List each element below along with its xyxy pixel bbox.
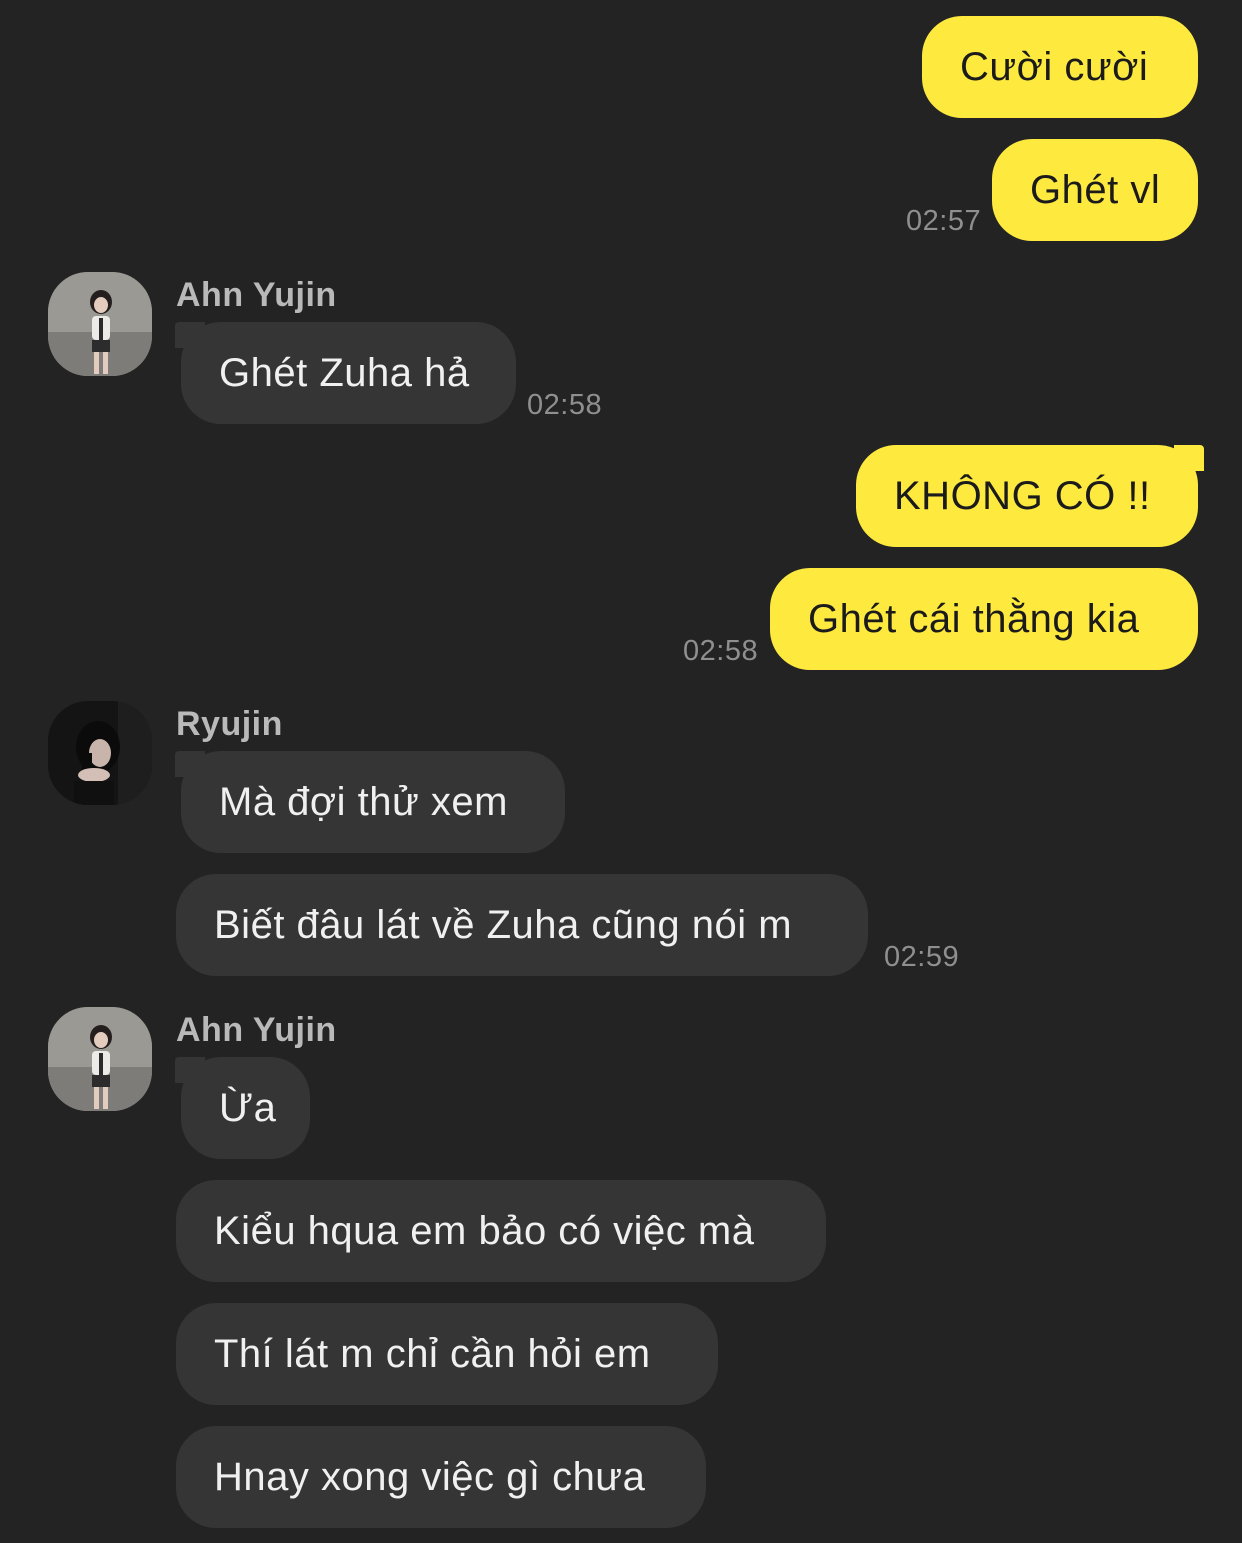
incoming-message-bubble[interactable]: Thí lát m chỉ cần hỏi em [176, 1303, 718, 1405]
user-photo-icon [48, 1007, 152, 1111]
message-timestamp: 02:58 [527, 389, 603, 421]
sender-name: Ahn Yujin [176, 276, 337, 314]
outgoing-message-bubble[interactable]: Ghét vl [992, 139, 1198, 241]
incoming-message-bubble[interactable]: Ừa [175, 1057, 310, 1159]
message-text: Ừa [219, 1086, 277, 1130]
sender-name: Ahn Yujin [176, 1011, 337, 1049]
message-text: Thí lát m chỉ cần hỏi em [214, 1332, 651, 1376]
message-text: Ghét Zuha hả [219, 351, 470, 395]
message-text: KHÔNG CÓ !! [894, 474, 1151, 518]
message-text: Ghét vl [1030, 168, 1161, 212]
avatar[interactable] [48, 701, 152, 805]
incoming-message-bubble[interactable]: Hnay xong việc gì chưa [176, 1426, 706, 1528]
outgoing-message-bubble[interactable]: KHÔNG CÓ !! [856, 445, 1204, 547]
incoming-message-bubble[interactable]: Mà đợi thử xem [175, 751, 565, 853]
message-text: Ghét cái thằng kia [808, 597, 1140, 641]
message-timestamp: 02:59 [884, 941, 960, 973]
message-text: Kiểu hqua em bảo có việc mà [214, 1209, 755, 1253]
incoming-message-bubble[interactable]: Biết đâu lát về Zuha cũng nói m [176, 874, 868, 976]
incoming-message-bubble[interactable]: Kiểu hqua em bảo có việc mà [176, 1180, 826, 1282]
message-text: Mà đợi thử xem [219, 780, 508, 824]
message-timestamp: 02:58 [683, 635, 759, 667]
user-photo-icon [48, 701, 152, 805]
message-timestamp: 02:57 [906, 205, 982, 237]
message-text: Biết đâu lát về Zuha cũng nói m [214, 903, 793, 947]
avatar[interactable] [48, 1007, 152, 1111]
incoming-message-bubble[interactable]: Ghét Zuha hả [175, 322, 516, 424]
message-text: Cười cười [960, 45, 1149, 89]
outgoing-message-bubble[interactable]: Cười cười [922, 16, 1198, 118]
sender-name: Ryujin [176, 705, 283, 743]
message-text: Hnay xong việc gì chưa [214, 1455, 646, 1499]
avatar[interactable] [48, 272, 152, 376]
user-photo-icon [48, 272, 152, 376]
outgoing-message-bubble[interactable]: Ghét cái thằng kia [770, 568, 1198, 670]
